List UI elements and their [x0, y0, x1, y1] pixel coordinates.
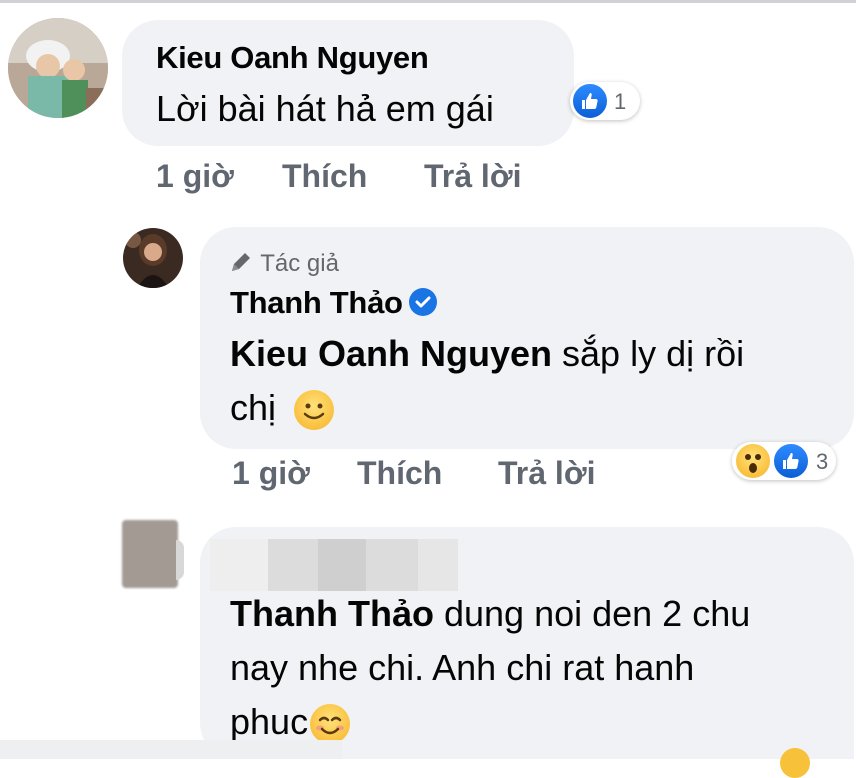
reply-author: Thanh Thảo	[230, 285, 437, 321]
author-badge: Tác giả	[228, 249, 339, 278]
comment-text: Lời bài hát hả em gái	[156, 88, 494, 129]
avatar-thanh-thao[interactable]	[123, 228, 183, 288]
reply-bubble: Tác giả Thanh Thảo Kieu Oanh Nguyen sắp …	[200, 227, 854, 449]
blurred-avatar	[122, 520, 178, 588]
reply-text-line2: chị	[230, 387, 277, 428]
like-reaction-icon	[772, 442, 810, 480]
like-reaction-icon	[571, 82, 609, 120]
reply-button[interactable]: Trả lời	[498, 455, 595, 492]
reply2-bubble: Thanh Thảo dung noi den 2 chu nay nhe ch…	[200, 527, 854, 759]
reply-reaction-summary[interactable]: 3	[732, 442, 836, 480]
blurred-author-name	[210, 539, 458, 591]
reply2-text-line2: nay nhe chi. Anh chi rat hanh	[230, 647, 695, 688]
blurred-avatar-edge	[176, 540, 184, 580]
reply2-text: Thanh Thảo dung noi den 2 chu nay nhe ch…	[230, 587, 750, 749]
comment-time[interactable]: 1 giờ	[156, 158, 234, 195]
reaction-count: 1	[614, 89, 627, 114]
reaction-summary[interactable]: 1	[570, 82, 640, 120]
mention-link[interactable]: Thanh Thảo	[230, 593, 434, 634]
verified-badge-icon	[408, 287, 437, 316]
avatar-photo-icon	[8, 18, 108, 118]
comment-author[interactable]: Kieu Oanh Nguyen	[156, 40, 429, 76]
reply2-text-line3: phuc	[230, 701, 309, 742]
bottom-overlay-bar	[0, 740, 342, 759]
mention-link[interactable]: Kieu Oanh Nguyen	[230, 333, 552, 374]
reply-text: Kieu Oanh Nguyen sắp ly dị rồi chị	[230, 327, 744, 435]
reply-button[interactable]: Trả lời	[424, 158, 521, 195]
avatar-kieu-oanh[interactable]	[8, 18, 108, 118]
wow-reaction-icon	[734, 442, 772, 480]
like-button[interactable]: Thích	[357, 455, 442, 492]
author-badge-label: Tác giả	[260, 250, 339, 277]
partial-emoji-icon	[780, 748, 810, 778]
comment-bubble: Kieu Oanh Nguyen Lời bài hát hả em gái	[122, 20, 574, 146]
blush-emoji-icon	[310, 704, 351, 745]
top-divider	[0, 0, 856, 3]
reply-time[interactable]: 1 giờ	[232, 455, 310, 492]
reply-text-line1: sắp ly dị rồi	[552, 333, 745, 374]
pencil-icon	[232, 253, 250, 271]
like-button[interactable]: Thích	[282, 158, 367, 195]
reply2-text-line1: dung noi den 2 chu	[433, 593, 751, 634]
reply-author-name[interactable]: Thanh Thảo	[230, 285, 403, 320]
reaction-count: 3	[816, 449, 829, 474]
avatar-photo-icon	[123, 228, 183, 288]
smile-emoji-icon	[294, 390, 335, 431]
